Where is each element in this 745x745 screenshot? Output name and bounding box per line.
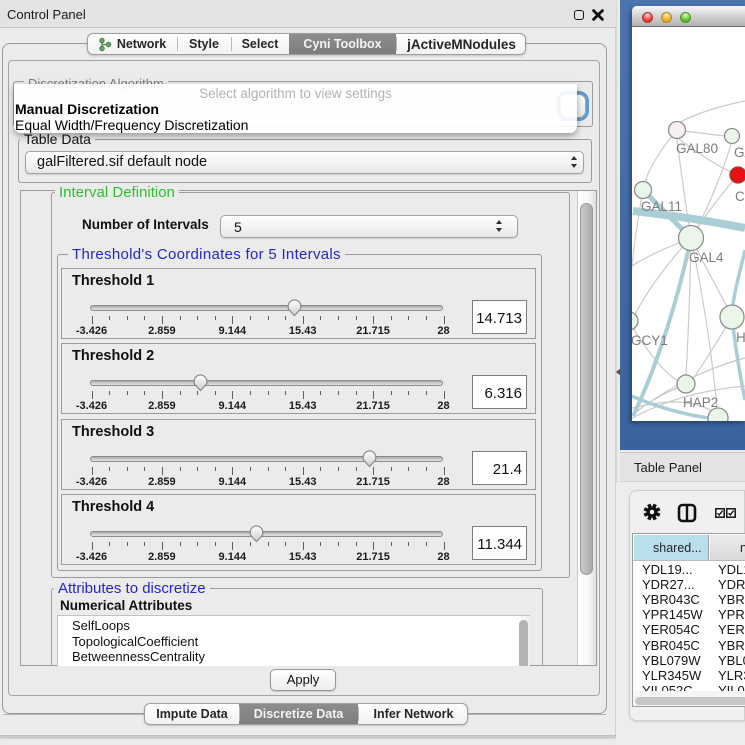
svg-text:GAL80: GAL80 — [676, 141, 718, 156]
svg-text:GA: GA — [734, 145, 745, 160]
svg-text:GCY1: GCY1 — [632, 333, 668, 348]
svg-text:C: C — [735, 189, 745, 204]
svg-text:HAP2: HAP2 — [683, 395, 718, 410]
svg-text:GAL11: GAL11 — [641, 199, 682, 214]
svg-text:H: H — [736, 330, 745, 345]
svg-text:GAL4: GAL4 — [689, 250, 724, 265]
